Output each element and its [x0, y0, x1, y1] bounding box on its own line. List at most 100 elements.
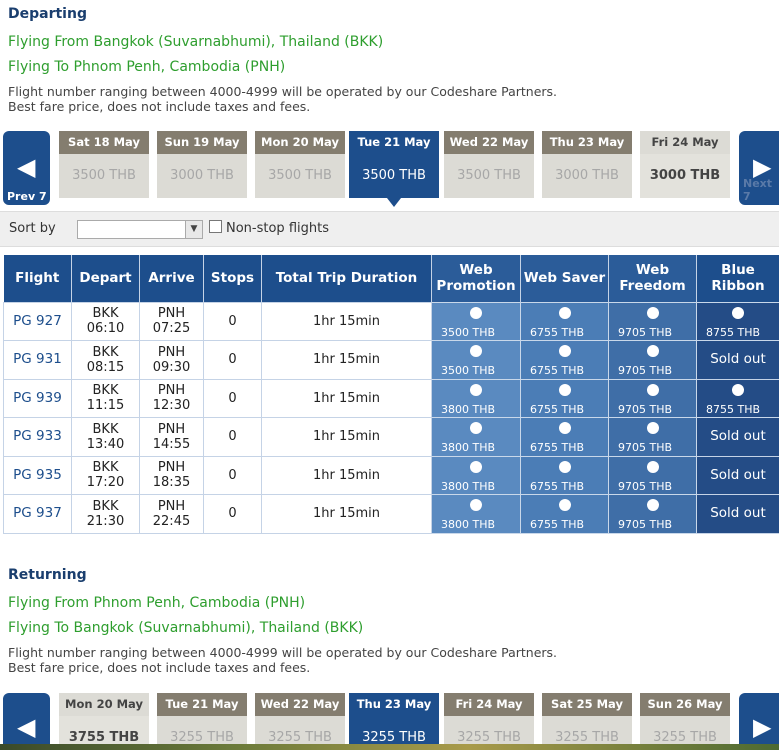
- fare-price: 3800 THB: [441, 441, 496, 454]
- fare-radio[interactable]: [646, 306, 659, 319]
- return-date-card[interactable]: Mon 20 May 3755 THB: [59, 693, 149, 750]
- fare-radio[interactable]: [558, 499, 571, 511]
- date-card-day: Tue 21 May: [349, 131, 439, 154]
- blue-ribbon-fare[interactable]: 8755 THB: [696, 301, 779, 341]
- fare-radio[interactable]: [732, 306, 744, 319]
- duration-cell: 1hr 15min: [261, 455, 432, 495]
- flight-number[interactable]: PG 927: [3, 301, 72, 341]
- fare-note: Best fare price, does not include taxes …: [8, 660, 311, 675]
- fare-radio[interactable]: [732, 383, 744, 396]
- date-card-day: Fri 24 May: [640, 131, 730, 154]
- return-date-card[interactable]: Fri 24 May 3255 THB: [444, 693, 534, 750]
- web-saver-fare[interactable]: 6755 THB: [520, 417, 609, 457]
- fare-radio[interactable]: [470, 383, 482, 396]
- return-date-card[interactable]: Sat 25 May 3255 THB: [542, 693, 632, 750]
- fare-radio[interactable]: [470, 306, 482, 319]
- stops-cell: 0: [203, 378, 262, 418]
- fare-radio[interactable]: [646, 499, 659, 511]
- date-card-price: 3500 THB: [349, 154, 439, 198]
- fare-radio[interactable]: [558, 345, 571, 357]
- return-date-card[interactable]: Sun 26 May 3255 THB: [640, 693, 730, 750]
- fare-radio[interactable]: [558, 422, 571, 434]
- web-freedom-fare[interactable]: 9705 THB: [608, 494, 697, 534]
- depart-code: BKK: [92, 460, 119, 476]
- prev-7-button[interactable]: ◀ Prev 7: [3, 131, 50, 205]
- date-card[interactable]: Thu 23 May 3000 THB: [542, 131, 632, 198]
- nonstop-checkbox[interactable]: [209, 220, 222, 233]
- web-promotion-fare[interactable]: 3500 THB: [431, 340, 521, 380]
- web-promotion-fare[interactable]: 3800 THB: [431, 417, 521, 457]
- header-web-freedom: Web Freedom: [608, 255, 697, 302]
- arrive-time: 18:35: [152, 475, 191, 491]
- flight-number[interactable]: PG 935: [3, 455, 72, 495]
- date-card[interactable]: Wed 22 May 3500 THB: [444, 131, 534, 198]
- nonstop-label[interactable]: Non-stop flights: [226, 221, 329, 236]
- sort-by-select[interactable]: ▼: [77, 220, 203, 239]
- flight-number[interactable]: PG 939: [3, 378, 72, 418]
- web-saver-fare[interactable]: 6755 THB: [520, 340, 609, 380]
- date-card-price: 3500 THB: [444, 154, 534, 198]
- date-card-day: Sat 18 May: [59, 131, 149, 154]
- web-saver-fare[interactable]: 6755 THB: [520, 455, 609, 495]
- fare-radio[interactable]: [470, 345, 482, 357]
- depart-time: 21:30: [86, 513, 125, 529]
- date-card[interactable]: Sat 18 May 3500 THB: [59, 131, 149, 198]
- arrive-code: PNH: [157, 383, 186, 399]
- blue-ribbon-sold-out: Sold out: [696, 340, 779, 380]
- date-card[interactable]: Fri 24 May 3000 THB: [640, 131, 730, 198]
- blue-ribbon-sold-out: Sold out: [696, 494, 779, 534]
- web-freedom-fare[interactable]: 9705 THB: [608, 378, 697, 418]
- web-saver-fare[interactable]: 6755 THB: [520, 494, 609, 534]
- arrive-code: PNH: [157, 498, 186, 514]
- depart-time: 11:15: [86, 398, 125, 414]
- date-card[interactable]: Sun 19 May 3000 THB: [157, 131, 247, 198]
- return-prev-7-button[interactable]: ◀: [3, 693, 50, 750]
- departing-title: Departing: [8, 6, 87, 22]
- table-row: PG 927 BKK 06:10 PNH 07:25 0 1hr 15min 350…: [3, 301, 779, 341]
- stops-cell: 0: [203, 494, 262, 534]
- return-next-7-button[interactable]: ▶: [739, 693, 779, 750]
- web-freedom-fare[interactable]: 9705 THB: [608, 301, 697, 341]
- web-saver-fare[interactable]: 6755 THB: [520, 378, 609, 418]
- header-web-promotion: Web Promotion: [431, 255, 521, 302]
- fare-radio[interactable]: [470, 499, 482, 511]
- web-promotion-fare[interactable]: 3800 THB: [431, 494, 521, 534]
- header-duration: Total Trip Duration: [261, 255, 432, 302]
- fare-radio[interactable]: [646, 422, 659, 434]
- web-promotion-fare[interactable]: 3800 THB: [431, 455, 521, 495]
- fare-radio[interactable]: [558, 460, 571, 473]
- fare-radio[interactable]: [558, 306, 571, 319]
- fare-radio[interactable]: [646, 383, 659, 396]
- flight-number[interactable]: PG 931: [3, 340, 72, 380]
- stops-cell: 0: [203, 417, 262, 457]
- table-row: PG 939 BKK 11:15 PNH 12:30 0 1hr 15min 380…: [3, 378, 779, 418]
- fare-radio[interactable]: [470, 460, 482, 473]
- depart-time: 06:10: [86, 321, 125, 337]
- flight-number[interactable]: PG 933: [3, 417, 72, 457]
- web-freedom-fare[interactable]: 9705 THB: [608, 340, 697, 380]
- date-card[interactable]: Mon 20 May 3500 THB: [255, 131, 345, 198]
- web-promotion-fare[interactable]: 3800 THB: [431, 378, 521, 418]
- flight-number[interactable]: PG 937: [3, 494, 72, 534]
- flights-table: Flight Depart Arrive Stops Total Trip Du…: [3, 255, 779, 534]
- fare-radio[interactable]: [470, 422, 482, 434]
- web-saver-fare[interactable]: 6755 THB: [520, 301, 609, 341]
- blue-ribbon-fare[interactable]: 8755 THB: [696, 378, 779, 418]
- fare-price: 9705 THB: [618, 364, 673, 377]
- next-7-button[interactable]: ▶ Next 7: [739, 131, 779, 205]
- date-card-day: Thu 23 May: [349, 693, 439, 716]
- duration-cell: 1hr 15min: [261, 417, 432, 457]
- fare-radio[interactable]: [646, 345, 659, 357]
- fare-radio[interactable]: [646, 460, 659, 473]
- web-promotion-fare[interactable]: 3500 THB: [431, 301, 521, 341]
- return-date-card-selected[interactable]: Thu 23 May 3255 THB: [349, 693, 439, 750]
- return-date-card[interactable]: Wed 22 May 3255 THB: [255, 693, 345, 750]
- date-card-price: 3000 THB: [640, 154, 730, 198]
- web-freedom-fare[interactable]: 9705 THB: [608, 455, 697, 495]
- arrive-time: 14:55: [152, 436, 191, 452]
- date-card-selected[interactable]: Tue 21 May 3500 THB: [349, 131, 439, 198]
- fare-radio[interactable]: [558, 383, 571, 396]
- depart-code: BKK: [92, 498, 119, 514]
- return-date-card[interactable]: Tue 21 May 3255 THB: [157, 693, 247, 750]
- web-freedom-fare[interactable]: 9705 THB: [608, 417, 697, 457]
